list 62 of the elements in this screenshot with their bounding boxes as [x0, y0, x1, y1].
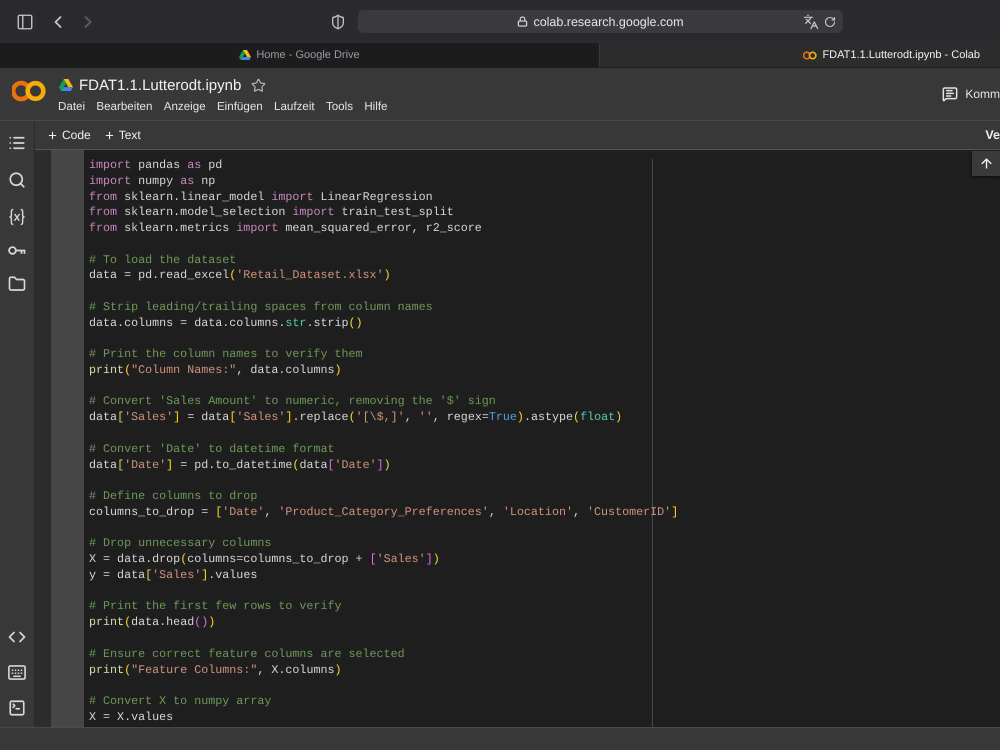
code-line: y = data['Sales'].values: [89, 568, 258, 584]
code-line: X = X.values: [89, 710, 174, 726]
menu-item[interactable]: Bearbeiten: [96, 100, 152, 113]
menu-item[interactable]: Tools: [326, 100, 354, 113]
search-icon[interactable]: [8, 171, 26, 189]
code-line: import numpy as np: [89, 174, 216, 190]
menu-item[interactable]: Laufzeit: [274, 100, 315, 113]
star-icon[interactable]: [251, 78, 266, 92]
code-line: columns_to_drop = ['Date', 'Product_Category_Preferences', 'Location', 'CustomerID']: [89, 504, 678, 521]
code-line: # Strip leading/trailing spaces from column names: [89, 300, 433, 316]
lock-icon: [517, 16, 528, 27]
toolbar-button[interactable]: Ve: [985, 128, 1000, 142]
add-cell-button[interactable]: Code: [47, 128, 91, 142]
plus-icon: [104, 130, 115, 140]
menu-item[interactable]: Einfügen: [216, 100, 263, 113]
notebook-title[interactable]: FDAT1.1.Lutterodt.ipynb: [79, 76, 242, 94]
menu-item[interactable]: Anzeige: [164, 100, 206, 113]
keyboard-icon[interactable]: [8, 665, 26, 680]
code-line: # Drop unnecessary columns: [89, 536, 272, 552]
code-line: # To load the dataset: [89, 252, 236, 268]
address-bar[interactable]: colab.research.google.com: [358, 10, 843, 33]
comments-button[interactable]: Komm: [942, 86, 1000, 102]
rings-logo-icon: [803, 50, 818, 60]
menu-item[interactable]: Hilfe: [364, 100, 388, 113]
list-icon[interactable]: [8, 134, 26, 152]
code-line: import pandas as pd: [89, 158, 222, 174]
code-line: from sklearn.linear_model import LinearRegression: [89, 190, 433, 206]
code-line: from sklearn.model_selection import train_test_split: [89, 205, 454, 222]
comment-icon: [942, 86, 958, 102]
key-icon[interactable]: [8, 245, 26, 256]
code-line: from sklearn.metrics import mean_squared_error, r2_score: [89, 221, 482, 237]
add-cell-button[interactable]: Text: [104, 128, 141, 142]
logo-icon[interactable]: [12, 80, 46, 102]
code-line: data = pd.read_excel('Retail_Dataset.xlsx'): [89, 268, 391, 284]
triangle-logo-icon: [239, 50, 252, 60]
triangle-logo-icon: [59, 78, 73, 92]
code-line: data['Date'] = pd.to_datetime(data['Date']): [89, 458, 391, 474]
code-line: print("Column Names:", data.columns): [89, 362, 342, 379]
folder-icon[interactable]: [8, 275, 26, 293]
code-line: print("Feature Columns:", X.columns): [89, 662, 342, 678]
code-line: # Ensure correct feature columns are selected: [89, 646, 405, 662]
code-line: # Convert 'Date' to datetime format: [89, 442, 334, 458]
code-line: # Print the first few rows to verify: [89, 599, 342, 616]
code-line: data['Sales'] = data['Sales'].replace('[\$,]', '', regex=True).astype(float): [89, 410, 622, 426]
code-line: # Define columns to drop: [89, 489, 258, 505]
sidebar-toggle-icon[interactable]: [16, 12, 34, 30]
code-line: X = data.drop(columns=columns_to_drop + ['Sales']): [89, 552, 440, 568]
code-line: # Print the column names to verify them: [89, 347, 363, 363]
translate-icon[interactable]: [803, 14, 819, 30]
code-line: data.columns = data.columns.str.strip(): [89, 316, 363, 332]
terminal-icon[interactable]: [8, 699, 26, 717]
code-line: # Convert X to numpy array: [89, 694, 272, 710]
code-line: # Convert 'Sales Amount' to numeric, removing the '$' sign: [89, 394, 496, 410]
plus-icon: [47, 130, 58, 140]
reload-icon[interactable]: [824, 16, 836, 28]
variable-icon[interactable]: [8, 208, 26, 226]
shield-icon[interactable]: [330, 14, 346, 30]
move-up-button[interactable]: [972, 151, 1000, 176]
code-line: print(data.head()): [89, 615, 216, 631]
browser-tab[interactable]: FDAT1.1.Lutterodt.ipynb - Colab: [600, 43, 1000, 67]
url-text[interactable]: colab.research.google.com: [533, 14, 684, 28]
menu-item[interactable]: Datei: [58, 100, 86, 113]
